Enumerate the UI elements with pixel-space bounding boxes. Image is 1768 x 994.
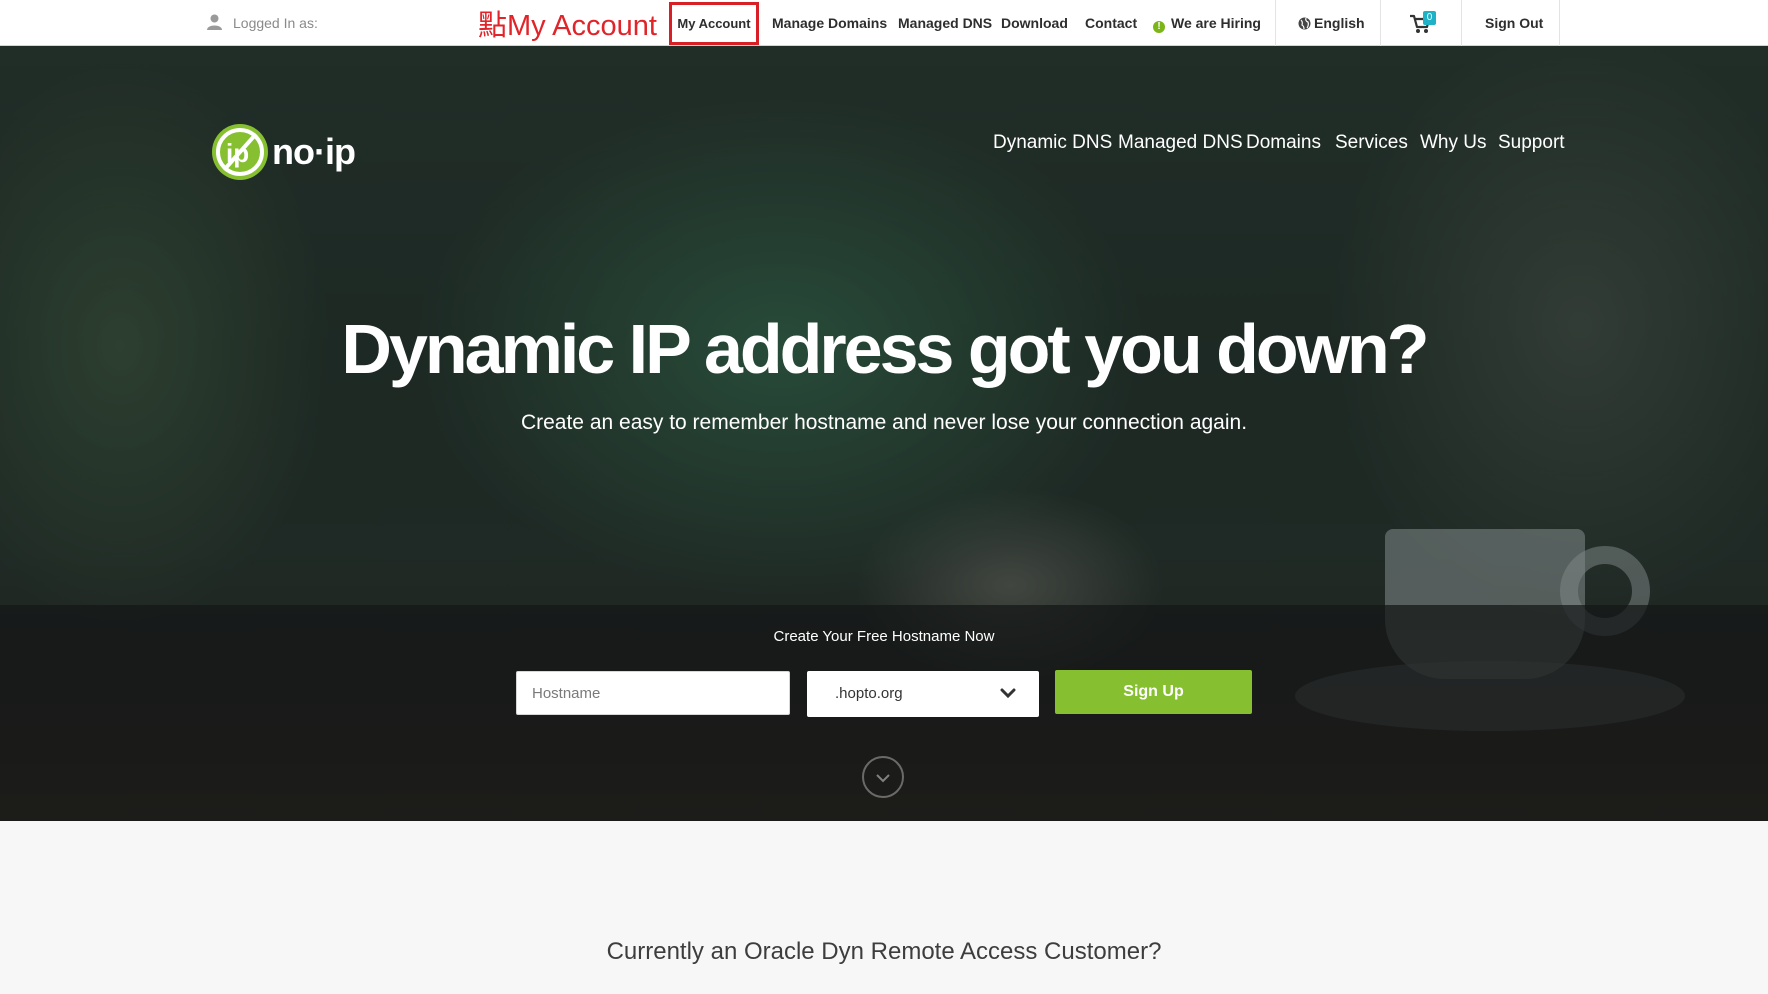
chevron-down-icon (876, 774, 890, 783)
cart-count-badge: 0 (1423, 11, 1436, 25)
sign-up-button[interactable]: Sign Up (1055, 670, 1252, 714)
user-icon (207, 14, 222, 30)
noip-logo-text: no·ip (272, 131, 355, 172)
nav-managed-dns[interactable]: Managed DNS (1118, 132, 1243, 162)
nav-domains[interactable]: Domains (1246, 132, 1321, 162)
nav-support[interactable]: Support (1498, 132, 1565, 162)
manage-domains-link[interactable]: Manage Domains (772, 0, 887, 46)
divider (1559, 0, 1560, 46)
divider (1380, 0, 1381, 46)
nav-services[interactable]: Services (1335, 132, 1408, 162)
scroll-down-button[interactable] (862, 756, 904, 798)
hero-subline: Create an easy to remember hostname and … (520, 411, 1248, 434)
divider (1275, 0, 1276, 46)
globe-icon (1298, 17, 1311, 30)
contact-link[interactable]: Contact (1085, 0, 1137, 46)
managed-dns-link[interactable]: Managed DNS (898, 0, 992, 46)
top-utility-bar: Logged In as: 點My Account My Account Man… (0, 0, 1768, 46)
info-icon: ! (1153, 21, 1165, 33)
download-link[interactable]: Download (1001, 0, 1068, 46)
chevron-down-icon (1000, 688, 1016, 699)
domain-select[interactable]: .hopto.org (807, 671, 1039, 717)
noip-logo[interactable]: ip no·ip (210, 120, 380, 184)
hero-section: ip no·ip Dynamic DNS Managed DNS Domains… (0, 46, 1768, 821)
we-are-hiring-link[interactable]: ! We are Hiring (1153, 0, 1261, 46)
hero-headline: Dynamic IP address got you down? (341, 310, 1429, 388)
hostname-input[interactable] (516, 671, 790, 715)
divider (1461, 0, 1462, 46)
my-account-link[interactable]: My Account (669, 2, 759, 45)
sign-out-link[interactable]: Sign Out (1485, 0, 1543, 46)
nav-dynamic-dns[interactable]: Dynamic DNS (993, 132, 1112, 162)
oracle-dyn-heading: Currently an Oracle Dyn Remote Access Cu… (606, 938, 1162, 965)
we-are-hiring-label: We are Hiring (1171, 15, 1261, 31)
nav-why-us[interactable]: Why Us (1420, 132, 1487, 162)
domain-select-value: .hopto.org (835, 685, 903, 702)
language-label: English (1314, 15, 1365, 31)
signup-title: Create Your Free Hostname Now (773, 628, 995, 645)
logged-in-label: Logged In as: (233, 15, 318, 31)
language-selector[interactable]: English (1298, 0, 1365, 46)
